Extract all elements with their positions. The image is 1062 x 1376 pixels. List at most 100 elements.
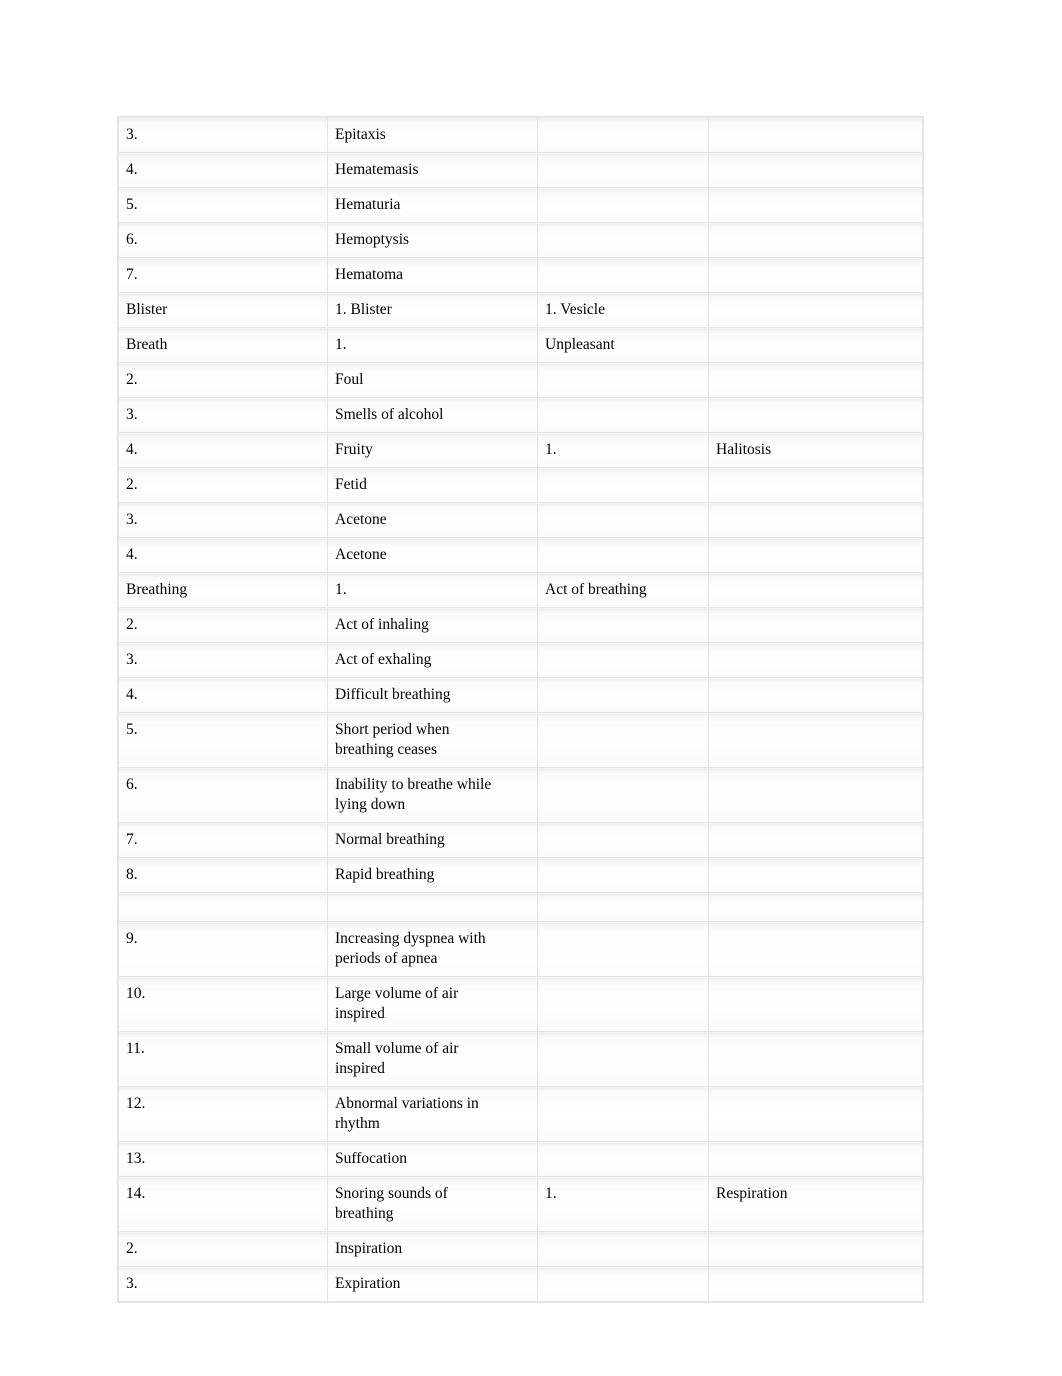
table-row: 3. Act of exhaling xyxy=(118,642,923,678)
cell-text xyxy=(545,830,700,850)
table-cell: 4. xyxy=(118,677,328,713)
cell-text: Breathing xyxy=(126,581,188,598)
cell-text: Smells of alcohol xyxy=(335,406,444,423)
cell-text: 7. xyxy=(126,266,138,283)
cell-text xyxy=(716,230,914,250)
table-cell: 2. xyxy=(118,1231,328,1267)
table-row: 3. Smells of alcohol xyxy=(118,397,923,433)
cell-text: 3. xyxy=(126,406,138,423)
table-row: 14. Snoring sounds of breathing 1. Respirat… xyxy=(118,1176,923,1232)
table-cell xyxy=(708,712,923,768)
cell-text xyxy=(545,265,700,285)
table-row xyxy=(118,892,923,922)
table-row: 2. Fetid xyxy=(118,467,923,503)
cell-text xyxy=(716,580,914,600)
table-cell: Foul xyxy=(327,362,538,398)
cell-text: Epitaxis xyxy=(335,126,386,143)
cell-text: Hematuria xyxy=(335,196,401,213)
table-cell: 2. xyxy=(118,362,328,398)
table-row: 3. Epitaxis xyxy=(118,117,923,153)
cell-text xyxy=(716,685,914,705)
cell-text xyxy=(545,929,700,949)
document-page: 3. Epitaxis 4. Hematemasis 5. Hematuria 6. Hemo… xyxy=(0,0,1062,1376)
table-cell: 7. xyxy=(118,822,328,858)
table-cell xyxy=(537,1266,709,1302)
table-cell: Large volume of air inspired xyxy=(327,976,538,1032)
table-cell xyxy=(708,327,923,363)
table-cell: 3. xyxy=(118,642,328,678)
table-cell: 3. xyxy=(118,397,328,433)
cell-text xyxy=(545,405,700,425)
table-cell xyxy=(708,257,923,293)
cell-text xyxy=(545,897,700,917)
table-cell: 11. xyxy=(118,1031,328,1087)
cell-text: Blister xyxy=(126,301,168,318)
cell-text xyxy=(716,160,914,180)
table-cell xyxy=(327,892,538,922)
table-cell xyxy=(708,607,923,643)
table-row: Breath 1. Unpleasant xyxy=(118,327,923,363)
cell-text: 1. xyxy=(545,1185,557,1202)
table-row: 4. Fruity 1. Halitosis xyxy=(118,432,923,468)
table-cell: Acetone xyxy=(327,537,538,573)
table-cell xyxy=(537,187,709,223)
cell-text xyxy=(716,510,914,530)
table-cell: 1. xyxy=(327,327,538,363)
cell-text: Act of inhaling xyxy=(335,616,429,633)
cell-text: 4. xyxy=(126,546,138,563)
table-cell: 13. xyxy=(118,1141,328,1177)
table-cell: 4. xyxy=(118,432,328,468)
cell-text xyxy=(716,1274,914,1294)
cell-text xyxy=(716,545,914,565)
table-body: 3. Epitaxis 4. Hematemasis 5. Hematuria 6. Hemo… xyxy=(118,117,923,1302)
medical-terminology-table: 3. Epitaxis 4. Hematemasis 5. Hematuria 6. Hemo… xyxy=(118,117,923,1302)
table-cell xyxy=(708,292,923,328)
cell-text: 1. Vesicle xyxy=(545,301,605,318)
table-cell xyxy=(537,976,709,1032)
table-cell xyxy=(537,1086,709,1142)
cell-text xyxy=(716,830,914,850)
table-cell: 8. xyxy=(118,857,328,893)
table-cell xyxy=(708,467,923,503)
table-cell xyxy=(537,767,709,823)
table-cell: Suffocation xyxy=(327,1141,538,1177)
cell-text: Unpleasant xyxy=(545,336,615,353)
cell-text xyxy=(716,897,914,917)
cell-text xyxy=(716,405,914,425)
cell-text: Small volume of air inspired xyxy=(335,1040,459,1077)
table-cell xyxy=(708,767,923,823)
cell-text xyxy=(716,929,914,949)
table-row: 2. Inspiration xyxy=(118,1231,923,1267)
table-row: 4. Difficult breathing xyxy=(118,677,923,713)
table-cell xyxy=(537,467,709,503)
table-cell xyxy=(708,677,923,713)
table-row: 7. Hematoma xyxy=(118,257,923,293)
table-cell: 1. xyxy=(537,432,709,468)
cell-text xyxy=(716,775,914,795)
cell-text xyxy=(545,475,700,495)
cell-text: Normal breathing xyxy=(335,831,445,848)
table-cell xyxy=(708,537,923,573)
cell-text: 7. xyxy=(126,831,138,848)
cell-text: 2. xyxy=(126,476,138,493)
cell-text xyxy=(716,265,914,285)
cell-text xyxy=(545,984,700,1004)
table-row: 5. Short period when breathing ceases xyxy=(118,712,923,768)
table-row: 2. Act of inhaling xyxy=(118,607,923,643)
table-cell xyxy=(537,117,709,153)
table-cell: Unpleasant xyxy=(537,327,709,363)
table-cell xyxy=(537,502,709,538)
table-cell: 1. Vesicle xyxy=(537,292,709,328)
table-cell: 1. Blister xyxy=(327,292,538,328)
table-cell: Hemoptysis xyxy=(327,222,538,258)
cell-text: 4. xyxy=(126,441,138,458)
cell-text: Snoring sounds of breathing xyxy=(335,1185,448,1222)
cell-text: 2. xyxy=(126,1240,138,1257)
table-row: 9. Increasing dyspnea with periods of apn… xyxy=(118,921,923,977)
table-cell: Hematuria xyxy=(327,187,538,223)
table-cell xyxy=(118,892,328,922)
cell-text: 1. xyxy=(335,336,347,353)
cell-text: 1. xyxy=(335,581,347,598)
table-cell: 3. xyxy=(118,502,328,538)
cell-text: Inspiration xyxy=(335,1240,403,1257)
